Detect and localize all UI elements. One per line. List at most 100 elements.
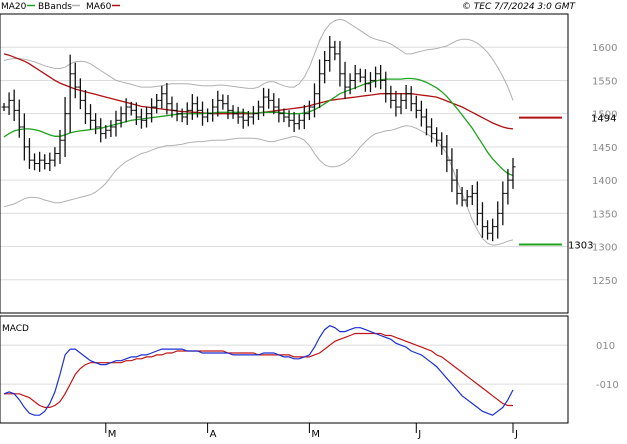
legend-ma60-label: MA60 xyxy=(86,2,112,12)
price-bar xyxy=(301,104,307,130)
price-bar xyxy=(32,153,38,171)
price-bar xyxy=(189,94,195,120)
price-y-tick-label: 1250 xyxy=(592,276,617,287)
price-bar xyxy=(332,40,338,61)
price-bar xyxy=(88,104,94,130)
price-bar xyxy=(250,106,256,125)
price-bar xyxy=(398,93,404,115)
x-month-label: A xyxy=(210,429,217,440)
price-bar xyxy=(510,158,516,189)
price-bar xyxy=(474,181,480,226)
price-bar xyxy=(378,65,384,90)
chart-svg: 12501300135014001450150015501600 010-010… xyxy=(0,2,619,440)
price-y-tick-label: 1550 xyxy=(592,76,617,87)
legend: MA20 BBands MA60 xyxy=(1,2,120,12)
price-bar xyxy=(408,86,414,112)
price-bar xyxy=(439,132,445,155)
price-bar xyxy=(11,89,17,122)
price-bar xyxy=(479,202,485,238)
level-marker-label: 1303 xyxy=(568,241,593,252)
price-bar xyxy=(194,96,200,118)
price-bar xyxy=(495,201,501,239)
price-bar xyxy=(500,181,506,226)
x-month-ticks: MAMJJ xyxy=(105,423,518,440)
chart-stage: 1250 1300 1350 1400 1450 1500 1550 1600 010 -010… xyxy=(0,0,627,440)
price-bar xyxy=(179,108,185,123)
price-bar xyxy=(98,118,104,143)
price-bar xyxy=(322,50,328,84)
price-bar xyxy=(393,90,399,117)
price-bar xyxy=(21,113,27,161)
price-bar xyxy=(67,54,73,133)
price-bar xyxy=(464,189,470,207)
price-bar xyxy=(296,114,302,130)
legend-bbands-label: BBands xyxy=(38,2,72,12)
price-bar xyxy=(220,94,226,110)
x-month-label: J xyxy=(514,429,518,440)
price-bar xyxy=(93,113,99,135)
price-bar xyxy=(82,90,88,125)
price-bar xyxy=(317,59,323,109)
macd-panel-title: MACD xyxy=(2,324,29,334)
price-bar xyxy=(6,92,12,115)
price-bar xyxy=(352,65,358,90)
price-bar xyxy=(266,88,272,109)
price-bar xyxy=(47,152,53,172)
legend-ma20-label: MA20 xyxy=(1,2,27,12)
price-bar xyxy=(225,94,231,120)
price-y-tick-label: 1300 xyxy=(592,243,617,254)
price-bar xyxy=(37,151,43,172)
price-bar xyxy=(26,138,32,169)
price-bar xyxy=(149,98,155,123)
price-bar xyxy=(311,83,317,118)
price-bar xyxy=(108,120,114,138)
price-bar xyxy=(240,108,246,129)
price-bar xyxy=(383,71,389,103)
price-bar xyxy=(154,93,160,114)
macd-y-ticks: 010 -010 xyxy=(596,341,619,391)
copyright-label: © TEC 7/7/2024 3:0 GMT xyxy=(462,2,577,12)
price-panel-frame xyxy=(0,13,569,314)
macd-lines-layer xyxy=(3,325,514,416)
macd-panel-frame xyxy=(0,315,569,424)
price-y-tick-label: 1350 xyxy=(592,209,617,220)
price-bar xyxy=(337,41,343,87)
price-bar xyxy=(327,36,333,72)
price-bar xyxy=(77,78,83,110)
price-bar xyxy=(118,106,124,128)
price-bar xyxy=(485,220,491,240)
price-bar xyxy=(429,118,435,143)
price-bar xyxy=(1,103,7,112)
price-y-tick-label: 1600 xyxy=(592,43,617,54)
x-month-label: M xyxy=(311,429,320,440)
x-month-label: M xyxy=(108,429,117,440)
price-bar xyxy=(42,154,48,170)
price-bar xyxy=(413,95,419,119)
price-bar xyxy=(490,218,496,242)
macd-line xyxy=(3,325,514,416)
price-bar xyxy=(373,66,379,88)
price-bar xyxy=(444,134,450,173)
price-bar xyxy=(205,108,211,123)
price-y-tick-label: 1450 xyxy=(592,143,617,154)
price-bar xyxy=(469,185,475,206)
price-bar xyxy=(235,106,241,124)
price-bar xyxy=(159,85,165,109)
macd-y-tick-label: 010 xyxy=(596,341,615,352)
price-bar xyxy=(434,127,440,147)
price-bar xyxy=(347,73,353,95)
price-bar xyxy=(16,99,22,138)
price-bar xyxy=(286,110,292,128)
price-bar xyxy=(388,85,394,109)
price-grid xyxy=(0,46,568,281)
price-bar xyxy=(210,99,216,122)
price-bar xyxy=(423,108,429,136)
macd-signal-line xyxy=(4,332,513,408)
price-bar xyxy=(403,84,409,110)
price-bar xyxy=(144,106,150,128)
price-bar xyxy=(174,102,180,122)
price-bar xyxy=(256,100,261,121)
level-marker-label: 1494 xyxy=(591,114,616,125)
macd-y-tick-label: -010 xyxy=(596,380,619,391)
x-month-label: J xyxy=(417,429,421,440)
